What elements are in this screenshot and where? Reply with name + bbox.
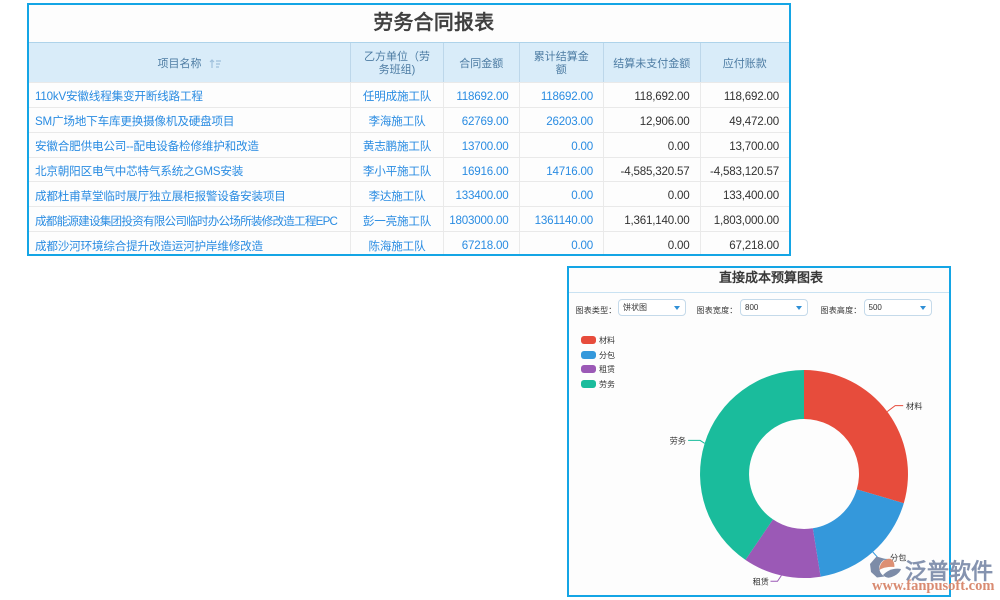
svg-text:材料: 材料 — [906, 401, 922, 411]
svg-text:租赁: 租赁 — [753, 576, 769, 586]
svg-text:劳务: 劳务 — [670, 435, 686, 445]
